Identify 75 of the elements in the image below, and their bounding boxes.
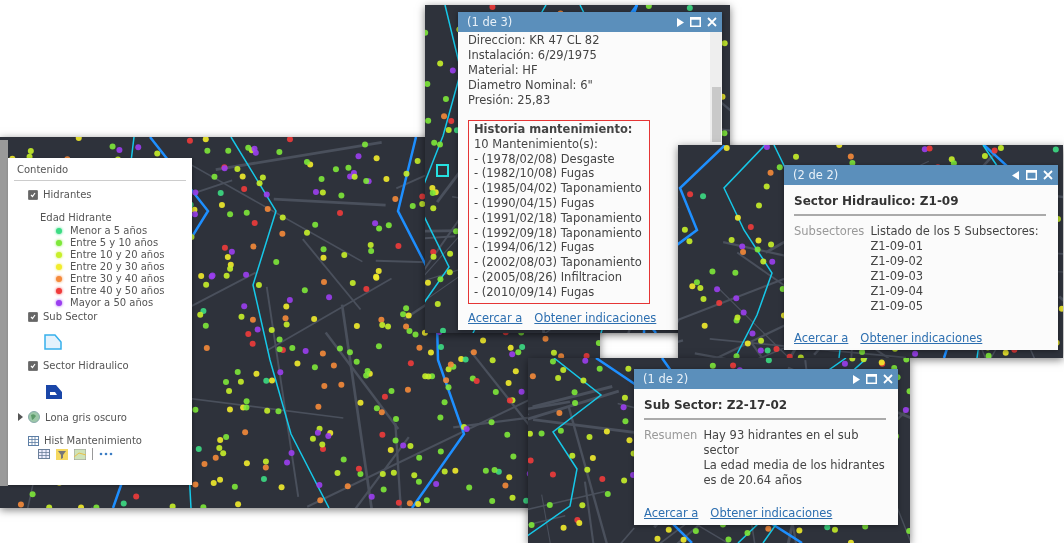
legend-label: Mayor a 50 años	[70, 297, 154, 309]
field-value: Listado de los 5 Subsectores:	[870, 224, 1039, 239]
maximize-icon[interactable]	[690, 17, 701, 27]
close-icon[interactable]	[883, 374, 893, 384]
layer-checkbox[interactable]	[28, 189, 38, 200]
page-counter: (1 de 3)	[467, 15, 514, 29]
filter-icon[interactable]	[56, 448, 68, 460]
layer-name: Hidrantes	[43, 189, 92, 200]
history-entry: - (2005/08/26) Infiltracion	[474, 269, 623, 285]
popup-link[interactable]: Acercar a	[644, 506, 699, 520]
field-value: La edad media de los hidrantes es de 20.64 años	[703, 458, 886, 488]
history-entry: - (1982/10/08) Fugas	[474, 166, 596, 182]
scrollbar[interactable]	[710, 32, 722, 142]
next-arrow-icon[interactable]	[852, 374, 860, 384]
polygon-symbol-icon	[44, 334, 62, 350]
history-entry: - (2002/08/03) Taponamiento	[474, 255, 643, 270]
field-label: Resumen	[644, 428, 698, 444]
page-counter: (1 de 2)	[643, 372, 690, 386]
maximize-icon[interactable]	[866, 374, 877, 384]
field-value: Z1-09-03	[870, 269, 925, 284]
popup-title: Sector Hidraulico: Z1-09	[794, 185, 1046, 216]
layer-name: Sector Hidraulico	[43, 360, 129, 371]
attribute-text: Instalación: 6/29/1975	[468, 48, 598, 63]
history-entry: 10 Mantenimiento(s):	[474, 136, 599, 152]
field-label: Subsectores	[794, 224, 865, 240]
history-entry: - (1992/09/18) Taponamiento	[474, 225, 643, 241]
history-entry: - (1994/06/12) Fugas	[474, 240, 596, 256]
history-entry: - (1985/04/02) Taponamiento	[474, 181, 643, 196]
attribute-text: Diametro Nominal: 6"	[468, 78, 594, 93]
field-value: Z1-09-04	[870, 284, 925, 299]
close-icon[interactable]	[1043, 170, 1053, 180]
map-thumbnail-icon[interactable]	[74, 448, 86, 460]
field-value: Z1-09-02	[870, 254, 925, 269]
history-entry: - (1991/02/18) Taponamiento	[474, 210, 643, 226]
history-title: Historia mantenimiento:	[474, 122, 634, 137]
popup-link[interactable]: Obtener indicaciones	[710, 506, 833, 520]
popup-link[interactable]: Acercar a	[468, 311, 523, 325]
history-entry: - (1978/02/08) Desgaste	[474, 151, 616, 167]
attribute-text: Direccion: KR 47 CL 82	[468, 33, 601, 48]
history-entry: - (1990/04/15) Fugas	[474, 196, 596, 211]
legend-label: Entre 5 y 10 años	[70, 237, 159, 249]
polygon-symbol-icon	[44, 383, 64, 401]
popup-title: Sub Sector: Z2-17-02	[644, 389, 886, 420]
popup-link[interactable]: Acercar a	[794, 331, 849, 345]
maximize-icon[interactable]	[1026, 170, 1037, 180]
attribute-text: Material: HF	[468, 63, 539, 78]
attribute-text: Presión: 25,83	[468, 93, 552, 108]
table-icon[interactable]	[38, 449, 50, 459]
legend-label: Entre 10 y 20 años	[70, 249, 165, 261]
table-icon	[28, 435, 39, 446]
legend-label: Entre 40 y 50 años	[70, 285, 165, 297]
legend-label: Menor a 5 años	[70, 225, 148, 237]
history-entry: - (2010/09/14) Fugas	[474, 284, 596, 300]
layer-name: Sub Sector	[43, 311, 98, 322]
page-counter: (2 de 2)	[793, 168, 840, 182]
legend-label: Entre 20 y 30 años	[70, 261, 165, 273]
legend-label: Entre 30 y 40 años	[70, 273, 165, 285]
more-icon[interactable]	[99, 452, 113, 456]
expand-caret-icon[interactable]	[18, 413, 23, 421]
next-arrow-icon[interactable]	[676, 17, 684, 27]
legend-title: Edad Hidrante	[40, 212, 113, 223]
layer-checkbox[interactable]	[28, 311, 38, 322]
close-icon[interactable]	[707, 17, 717, 27]
popup-link[interactable]: Obtener indicaciones	[534, 311, 657, 325]
popup-link[interactable]: Obtener indicaciones	[860, 331, 983, 345]
layer-checkbox[interactable]	[28, 360, 38, 371]
selection-highlight	[436, 164, 449, 177]
panel-title: Contenido	[14, 162, 186, 181]
field-value: Hay 93 hidrantes en el sub sector	[703, 428, 860, 458]
globe-icon	[28, 411, 40, 423]
field-value: Z1-09-05	[870, 299, 925, 314]
previous-arrow-icon[interactable]	[1012, 170, 1020, 180]
layer-name: Hist Mantenimiento	[44, 435, 142, 446]
layer-name: Lona gris oscuro	[45, 411, 127, 423]
field-value: Z1-09-01	[870, 239, 925, 254]
